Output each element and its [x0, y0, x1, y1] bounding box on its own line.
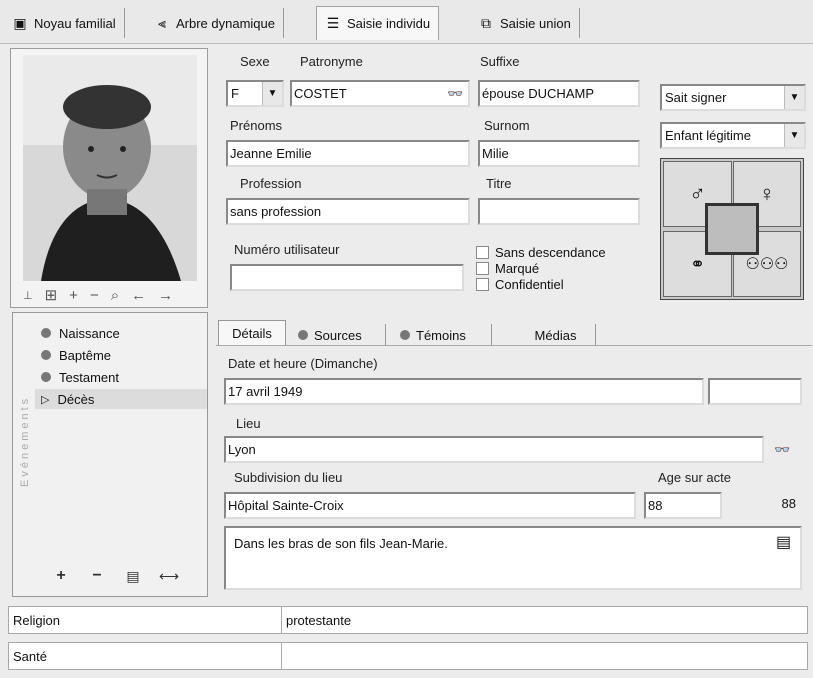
suffixe-label: Suffixe: [478, 54, 522, 69]
tab-saisie-union[interactable]: ⧉ Saisie union: [470, 8, 580, 38]
chevron-down-icon: ▼: [784, 124, 804, 147]
page-icon[interactable]: ⊥: [23, 289, 33, 302]
filiation-select[interactable]: Enfant légitime ▼: [660, 122, 806, 149]
tab-medias[interactable]: Médias: [516, 324, 596, 346]
photo-toolbar: ⊥ ⊞ + − ⌕ ← →: [23, 285, 203, 305]
sans-descendance-checkbox[interactable]: Sans descendance: [476, 244, 646, 260]
tab-arbre-dynamique[interactable]: ⫷ Arbre dynamique: [146, 8, 284, 38]
square-icon: ▣: [13, 14, 27, 31]
note-editor-icon[interactable]: ▤: [776, 532, 791, 552]
sources-dot-icon: [298, 330, 308, 340]
titre-label: Titre: [484, 176, 514, 191]
family-navigator: ♂ ♀ ⚭ ⚇⚇⚇: [660, 158, 804, 300]
suffixe-field[interactable]: épouse DUCHAMP: [478, 80, 640, 107]
sexe-label: Sexe: [238, 54, 272, 69]
events-toolbar: + − ▤ ⟷: [39, 565, 209, 587]
surnom-label: Surnom: [482, 118, 532, 133]
event-dot-icon: [41, 328, 51, 338]
tab-temoins[interactable]: Témoins: [392, 324, 492, 346]
tree-icon: ⫷: [158, 14, 166, 31]
flags-group: Sans descendance Marqué Confidentiel: [476, 244, 646, 292]
play-arrow-icon: ▷: [41, 393, 50, 406]
tab-details[interactable]: Détails: [218, 320, 286, 345]
numero-utilisateur-field[interactable]: [230, 264, 464, 291]
event-naissance[interactable]: Naissance: [41, 323, 120, 343]
tab-bar: ▣ Noyau familial ⫷ Arbre dynamique ☰ Sai…: [0, 0, 813, 44]
confidentiel-checkbox[interactable]: Confidentiel: [476, 276, 646, 292]
age-sur-acte-label: Age sur acte: [656, 470, 733, 485]
surnom-field[interactable]: Milie: [478, 140, 640, 167]
reorder-icon[interactable]: ⟷: [157, 566, 181, 586]
zoom-out-button[interactable]: −: [90, 287, 99, 304]
tab-noyau-familial[interactable]: ▣ Noyau familial: [4, 8, 125, 38]
binoculars-icon[interactable]: 👓: [447, 86, 463, 102]
note-textarea[interactable]: Dans les bras de son fils Jean-Marie.: [224, 526, 802, 590]
events-vertical-label: Evénements: [19, 395, 31, 487]
list-icon: ☰: [326, 15, 340, 31]
sante-row: Santé: [8, 642, 808, 670]
profession-label: Profession: [238, 176, 304, 191]
checkbox-box: [476, 245, 489, 259]
search-icon[interactable]: ⌕: [111, 287, 119, 304]
profession-field[interactable]: sans profession: [226, 198, 470, 225]
event-bapteme[interactable]: Baptême: [41, 345, 111, 365]
age-sur-acte-field[interactable]: 88: [644, 492, 722, 519]
details-tab-bar: Détails Sources Témoins Médias: [216, 318, 812, 346]
union-icon: ⧉: [481, 14, 491, 31]
temoins-dot-icon: [400, 330, 410, 340]
add-event-button[interactable]: +: [49, 566, 73, 586]
zoom-in-button[interactable]: +: [69, 287, 78, 304]
grid-icon[interactable]: ⊞: [45, 286, 58, 304]
heure-field[interactable]: [708, 378, 802, 405]
prev-photo-button[interactable]: ←: [131, 287, 146, 304]
checkbox-box: [476, 277, 489, 291]
portrait-photo: [11, 49, 207, 281]
event-testament[interactable]: Testament: [41, 367, 119, 387]
sante-field[interactable]: [281, 643, 807, 669]
marque-checkbox[interactable]: Marqué: [476, 260, 646, 276]
religion-field[interactable]: protestante: [281, 607, 807, 633]
event-deces[interactable]: ▷ Décès: [35, 389, 207, 409]
subdivision-label: Subdivision du lieu: [232, 470, 345, 485]
photo-panel: ⊥ ⊞ + − ⌕ ← →: [10, 48, 208, 308]
lieu-label: Lieu: [234, 416, 263, 431]
prenoms-field[interactable]: Jeanne Emilie: [226, 140, 470, 167]
tab-sources[interactable]: Sources: [290, 324, 386, 346]
numero-utilisateur-label: Numéro utilisateur: [232, 242, 342, 257]
age-calc-value: 88: [781, 496, 796, 511]
date-field[interactable]: 17 avril 1949: [224, 378, 704, 405]
list-view-icon[interactable]: ▤: [121, 566, 145, 586]
event-dot-icon: [41, 372, 51, 382]
chevron-down-icon: ▼: [262, 82, 282, 105]
current-person-icon[interactable]: [705, 203, 759, 255]
event-dot-icon: [41, 350, 51, 360]
prenoms-label: Prénoms: [228, 118, 285, 133]
sexe-select[interactable]: F ▼: [226, 80, 284, 107]
patronyme-label: Patronyme: [298, 54, 365, 69]
checkbox-box: [476, 261, 489, 275]
date-label: Date et heure (Dimanche): [226, 356, 380, 371]
religion-row: Religion protestante: [8, 606, 808, 634]
remove-event-button[interactable]: −: [85, 566, 109, 586]
tab-saisie-individu[interactable]: ☰ Saisie individu: [316, 6, 440, 40]
events-panel: Evénements Naissance Baptême Testament ▷…: [12, 312, 208, 597]
subdivision-field[interactable]: Hôpital Sainte-Croix: [224, 492, 636, 519]
titre-field[interactable]: [478, 198, 640, 225]
next-photo-button[interactable]: →: [158, 287, 173, 304]
chevron-down-icon: ▼: [784, 86, 804, 109]
patronyme-field[interactable]: COSTET: [290, 80, 470, 107]
sait-signer-select[interactable]: Sait signer ▼: [660, 84, 806, 111]
binoculars-icon[interactable]: 👓: [774, 442, 790, 458]
lieu-field[interactable]: Lyon: [224, 436, 764, 463]
